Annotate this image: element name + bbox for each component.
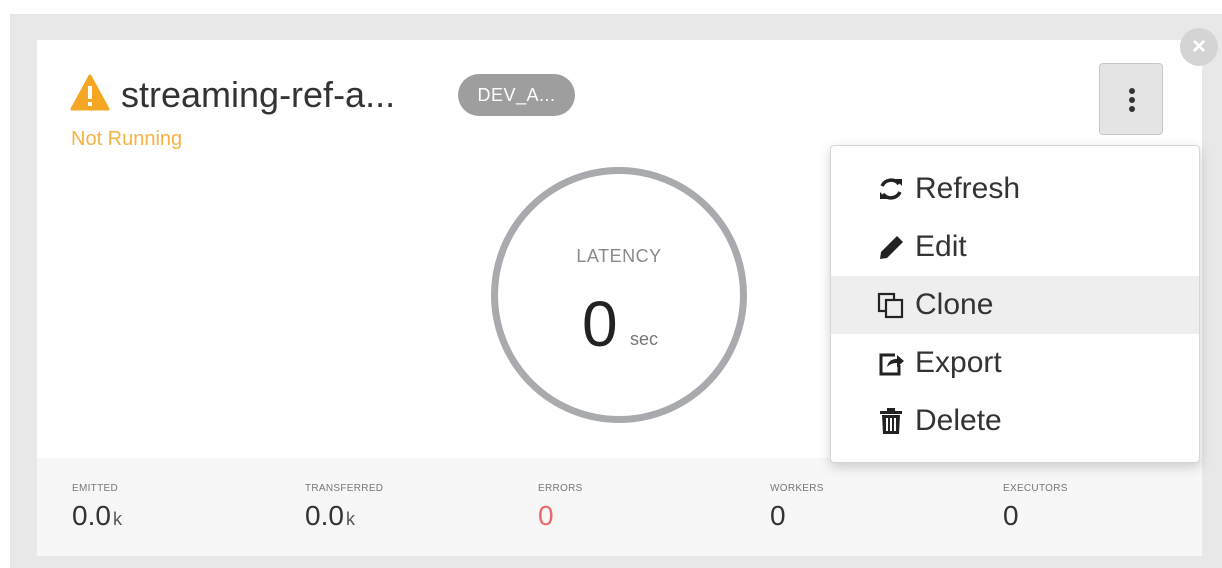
menu-item-label: Edit [915, 230, 967, 263]
status-text: Not Running [71, 128, 183, 150]
metric-value: 0 [770, 500, 786, 531]
menu-item-delete[interactable]: Delete [831, 392, 1199, 450]
metric-label: EMITTED [72, 483, 118, 494]
actions-dropdown-menu: Refresh Edit Clone Export Delete [830, 145, 1200, 463]
metric-value: 0.0 k [305, 500, 355, 532]
refresh-icon [880, 178, 902, 200]
menu-item-export[interactable]: Export [831, 334, 1199, 392]
metric-label: ERRORS [538, 483, 583, 494]
export-icon [879, 353, 904, 376]
metric-number: 0.0 [72, 500, 111, 531]
warning-icon [70, 74, 110, 111]
topology-title[interactable]: streaming-ref-a... [121, 74, 395, 116]
menu-item-label: Refresh [915, 172, 1021, 205]
metric-label: WORKERS [770, 483, 824, 494]
menu-item-refresh[interactable]: Refresh [831, 160, 1199, 218]
metric-value: 0 [1003, 500, 1019, 531]
menu-item-label: Export [915, 346, 1002, 379]
ellipsis-dot [1129, 97, 1135, 103]
latency-value: 0 [582, 288, 618, 360]
menu-item-label: Delete [915, 404, 1002, 437]
metric-number: 0.0 [305, 500, 344, 531]
latency-label: LATENCY [576, 246, 662, 266]
metric-value: 0 [538, 500, 554, 531]
metric-label: TRANSFERRED [305, 483, 384, 494]
menu-item-edit[interactable]: Edit [831, 218, 1199, 276]
vertical-ellipsis-icon [1129, 88, 1135, 94]
metric-value: 0.0 k [72, 500, 122, 532]
menu-item-clone[interactable]: Clone [831, 276, 1199, 334]
pencil-icon [880, 236, 903, 259]
metric-unit: k [112, 509, 122, 529]
metric-unit: k [345, 509, 355, 529]
metrics-bar: EMITTED 0.0 k TRANSFERRED 0.0 k ERRORS 0 W… [37, 458, 1202, 556]
metric-label: EXECUTORS [1003, 483, 1068, 494]
close-icon[interactable]: × [1180, 28, 1218, 66]
menu-item-label: Clone [915, 288, 994, 321]
latency-gauge: LATENCY 0 sec [491, 167, 747, 423]
environment-badge: DEV_A... [458, 74, 575, 116]
latency-unit: sec [630, 329, 659, 349]
clone-icon [877, 292, 904, 319]
ellipsis-dot [1129, 106, 1135, 112]
actions-menu-button[interactable] [1099, 63, 1163, 135]
trash-icon [880, 408, 902, 434]
